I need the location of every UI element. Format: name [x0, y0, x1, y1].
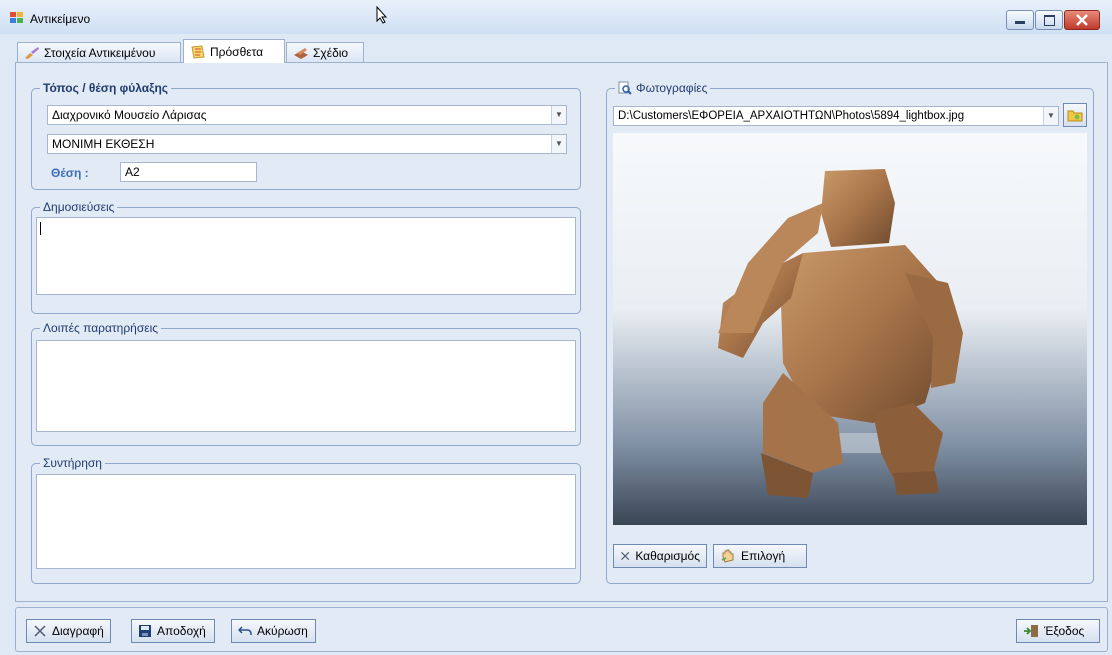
select-photo-button[interactable]: Επιλογή [713, 544, 807, 568]
chevron-down-icon[interactable]: ▼ [551, 135, 566, 153]
chevron-down-icon[interactable]: ▼ [1043, 107, 1058, 125]
remarks-textarea[interactable] [36, 340, 576, 432]
accept-button[interactable]: Αποδοχή [131, 619, 215, 643]
title-bar: Αντικείμενο [0, 0, 1112, 34]
publications-legend: Δημοσιεύσεις [40, 200, 118, 214]
close-button[interactable] [1064, 10, 1100, 30]
close-icon [621, 551, 630, 561]
museum-value: Διαχρονικό Μουσείο Λάρισας [52, 108, 207, 122]
window-title: Αντικείμενο [30, 12, 91, 26]
exit-button[interactable]: Έξοδος [1016, 619, 1100, 643]
position-value: A2 [125, 165, 140, 179]
photo-preview [613, 133, 1087, 525]
brush-icon [25, 46, 39, 59]
magnifier-icon [618, 81, 632, 95]
folder-image-icon [1067, 110, 1083, 122]
tab-additional[interactable]: Πρόσθετα [183, 39, 285, 63]
accept-label: Αποδοχή [157, 624, 206, 638]
section-combobox[interactable]: ΜΟΝΙΜΗ ΕΚΘΕΣΗ ▼ [47, 134, 567, 154]
cancel-button[interactable]: Ακύρωση [231, 619, 316, 643]
tab-drawing[interactable]: Σχέδιο [286, 42, 364, 62]
cancel-label: Ακύρωση [257, 624, 308, 638]
tab-drawing-label: Σχέδιο [313, 45, 349, 60]
minimize-button[interactable] [1006, 10, 1034, 30]
browse-photo-button[interactable] [1063, 103, 1087, 127]
clear-photo-button[interactable]: Καθαρισμός [613, 544, 707, 568]
app-icon [10, 12, 23, 23]
delete-label: Διαγραφή [52, 624, 104, 638]
tab-item-details[interactable]: Στοιχεία Αντικειμένου [17, 42, 181, 62]
tab-strip: Στοιχεία Αντικειμένου Πρόσθετα Σχέδιο [15, 38, 1109, 64]
save-icon [139, 625, 151, 637]
position-label: Θέση : [51, 166, 89, 180]
figurine-image [718, 169, 963, 498]
photos-group: Φωτογραφίες D:\Customers\ΕΦΟΡΕΙΑ_ΑΡΧΑΙΟΤ… [606, 81, 1094, 584]
conservation-group: Συντήρηση [31, 456, 581, 584]
bottom-toolbar: Διαγραφή Αποδοχή Ακύρωση Έξοδος [15, 607, 1108, 652]
mouse-cursor-icon [376, 5, 388, 27]
photo-path-value: D:\Customers\ΕΦΟΡΕΙΑ_ΑΡΧΑΙΟΤΗΤΩΝ\Photos\… [618, 110, 965, 122]
publications-group: Δημοσιεύσεις [31, 200, 581, 314]
undo-icon [238, 626, 252, 635]
text-caret [40, 222, 41, 235]
photos-legend: Φωτογραφίες [636, 81, 708, 95]
drawing-icon [294, 47, 308, 59]
select-photo-label: Επιλογή [741, 549, 786, 563]
remarks-group: Λοιπές παρατηρήσεις [31, 321, 581, 446]
storage-location-legend: Τόπος / θέση φύλαξης [40, 81, 172, 95]
photo-path-combobox[interactable]: D:\Customers\ΕΦΟΡΕΙΑ_ΑΡΧΑΙΟΤΗΤΩΝ\Photos\… [613, 106, 1059, 126]
tab-item-details-label: Στοιχεία Αντικειμένου [44, 45, 156, 60]
remarks-legend: Λοιπές παρατηρήσεις [40, 321, 162, 335]
exit-label: Έξοδος [1044, 624, 1085, 638]
section-value: ΜΟΝΙΜΗ ΕΚΘΕΣΗ [52, 137, 155, 151]
close-icon [1076, 14, 1088, 26]
tab-additional-label: Πρόσθετα [210, 44, 264, 59]
notes-icon [191, 44, 205, 59]
maximize-button[interactable] [1035, 10, 1063, 30]
storage-location-group: Τόπος / θέση φύλαξης Διαχρονικό Μουσείο … [31, 81, 581, 190]
close-icon [34, 625, 46, 637]
exit-door-icon [1024, 625, 1038, 637]
hand-pointer-icon [721, 549, 734, 563]
conservation-textarea[interactable] [36, 474, 576, 569]
tab-page: Τόπος / θέση φύλαξης Διαχρονικό Μουσείο … [15, 62, 1108, 602]
conservation-legend: Συντήρηση [40, 456, 105, 470]
clear-photo-label: Καθαρισμός [635, 549, 700, 563]
delete-button[interactable]: Διαγραφή [26, 619, 111, 643]
chevron-down-icon[interactable]: ▼ [551, 106, 566, 124]
museum-combobox[interactable]: Διαχρονικό Μουσείο Λάρισας ▼ [47, 105, 567, 125]
position-input[interactable]: A2 [120, 162, 257, 182]
publications-textarea[interactable] [36, 217, 576, 295]
